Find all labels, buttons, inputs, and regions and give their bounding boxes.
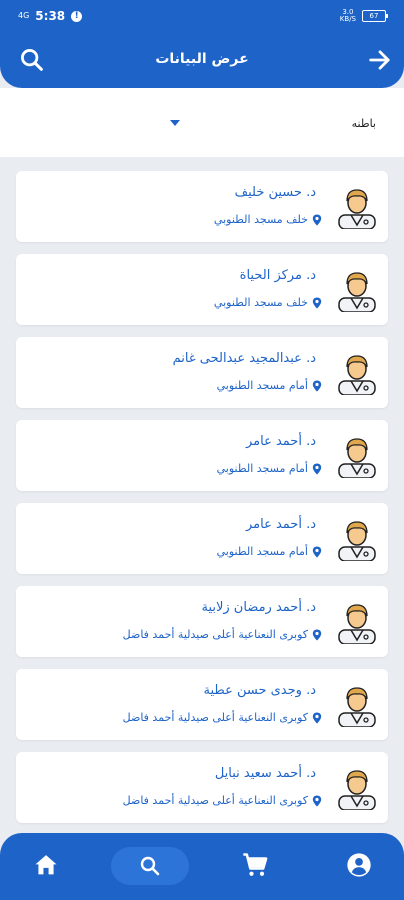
- doctor-avatar-icon: [336, 600, 378, 645]
- bottom-nav: [0, 833, 404, 900]
- home-icon: [35, 855, 57, 875]
- doctor-avatar-icon: [336, 517, 378, 562]
- doctor-address: خلف مسجد الطنوبي: [214, 296, 322, 309]
- location-pin-icon: [312, 380, 322, 391]
- status-time: 5:38: [35, 9, 66, 23]
- nav-search[interactable]: [111, 847, 189, 885]
- doctor-card[interactable]: د. أحمد سعيد نبايل كوبرى النعناعية أعلى …: [16, 752, 388, 823]
- status-left: 4G 5:38 !: [18, 9, 83, 23]
- doctor-address-text: خلف مسجد الطنوبي: [213, 213, 308, 226]
- signal-indicator: 4G: [18, 11, 30, 20]
- doctor-name: د. أحمد سعيد نبايل: [214, 766, 316, 781]
- doctor-card[interactable]: د. وجدى حسن عطية كوبرى النعناعية أعلى صي…: [16, 669, 388, 740]
- doctor-card[interactable]: د. مركز الحياة خلف مسجد الطنوبي: [16, 254, 388, 325]
- doctor-name: د. أحمد رمضان زلابية: [201, 600, 316, 615]
- doctor-avatar-icon: [336, 434, 378, 479]
- specialty-selected: باطنه: [351, 116, 376, 130]
- doctor-address-text: كوبرى النعناعية أعلى صيدلية أحمد فاضل: [122, 711, 308, 724]
- location-pin-icon: [312, 712, 322, 723]
- search-icon: [140, 856, 160, 876]
- doctor-address-text: أمام مسجد الطنوبي: [216, 545, 308, 558]
- location-pin-icon: [312, 629, 322, 640]
- doctor-name: د. عبدالمجيد عبدالحى غانم: [172, 351, 316, 366]
- doctor-address: أمام مسجد الطنوبي: [217, 379, 322, 392]
- status-right: 3.0 KB/S 67: [339, 8, 388, 23]
- app-bar: عرض البيانات: [0, 32, 404, 88]
- doctor-avatar-icon: [336, 268, 378, 313]
- doctor-card[interactable]: د. أحمد رمضان زلابية كوبرى النعناعية أعل…: [16, 586, 388, 657]
- location-pin-icon: [312, 214, 322, 225]
- doctor-name: د. وجدى حسن عطية: [203, 683, 316, 698]
- doctor-card[interactable]: د. عبدالمجيد عبدالحى غانم أمام مسجد الطن…: [16, 337, 388, 408]
- doctor-name: د. أحمد عامر: [245, 434, 316, 449]
- network-speed: 3.0 KB/S: [339, 8, 356, 23]
- doctor-avatar-icon: [336, 683, 378, 728]
- filter-bar: باطنه: [0, 88, 404, 157]
- status-bar: 4G 5:38 ! 3.0 KB/S 67: [0, 0, 404, 32]
- specialty-dropdown[interactable]: باطنه: [170, 112, 376, 134]
- location-pin-icon: [312, 795, 322, 806]
- doctor-avatar-icon: [336, 185, 378, 230]
- account-icon: [347, 853, 371, 877]
- notification-icon: !: [71, 10, 83, 22]
- doctor-address: أمام مسجد الطنوبي: [217, 462, 322, 475]
- chevron-down-icon: [170, 120, 180, 126]
- doctor-address: خلف مسجد الطنوبي: [214, 213, 322, 226]
- doctor-address: كوبرى النعناعية أعلى صيدلية أحمد فاضل: [123, 711, 322, 724]
- location-pin-icon: [312, 297, 322, 308]
- doctor-address-text: كوبرى النعناعية أعلى صيدلية أحمد فاضل: [122, 794, 308, 807]
- nav-cart[interactable]: [241, 851, 269, 879]
- page-title: عرض البيانات: [155, 51, 249, 67]
- location-pin-icon: [312, 546, 322, 557]
- doctor-card[interactable]: د. حسين خليف خلف مسجد الطنوبي: [16, 171, 388, 242]
- doctor-card[interactable]: د. أحمد عامر أمام مسجد الطنوبي: [16, 503, 388, 574]
- cart-icon: [243, 853, 268, 876]
- doctor-name: د. حسين خليف: [234, 185, 316, 200]
- doctor-address: كوبرى النعناعية أعلى صيدلية أحمد فاضل: [123, 794, 322, 807]
- doctor-card[interactable]: د. أحمد عامر أمام مسجد الطنوبي: [16, 420, 388, 491]
- nav-account[interactable]: [345, 851, 373, 879]
- arrow-forward-icon: [369, 50, 390, 70]
- nav-home[interactable]: [32, 851, 60, 879]
- doctor-address-text: كوبرى النعناعية أعلى صيدلية أحمد فاضل: [122, 628, 308, 641]
- doctor-name: د. مركز الحياة: [239, 268, 316, 283]
- doctor-name: د. أحمد عامر: [245, 517, 316, 532]
- doctor-address-text: أمام مسجد الطنوبي: [216, 462, 308, 475]
- doctor-address-text: أمام مسجد الطنوبي: [216, 379, 308, 392]
- doctor-address: كوبرى النعناعية أعلى صيدلية أحمد فاضل: [123, 628, 322, 641]
- doctor-address-text: خلف مسجد الطنوبي: [213, 296, 308, 309]
- forward-button[interactable]: [366, 46, 394, 74]
- location-pin-icon: [312, 463, 322, 474]
- battery-icon: 67: [362, 10, 388, 22]
- doctor-avatar-icon: [336, 766, 378, 811]
- battery-level: 67: [369, 12, 379, 20]
- doctor-avatar-icon: [336, 351, 378, 396]
- doctor-address: أمام مسجد الطنوبي: [217, 545, 322, 558]
